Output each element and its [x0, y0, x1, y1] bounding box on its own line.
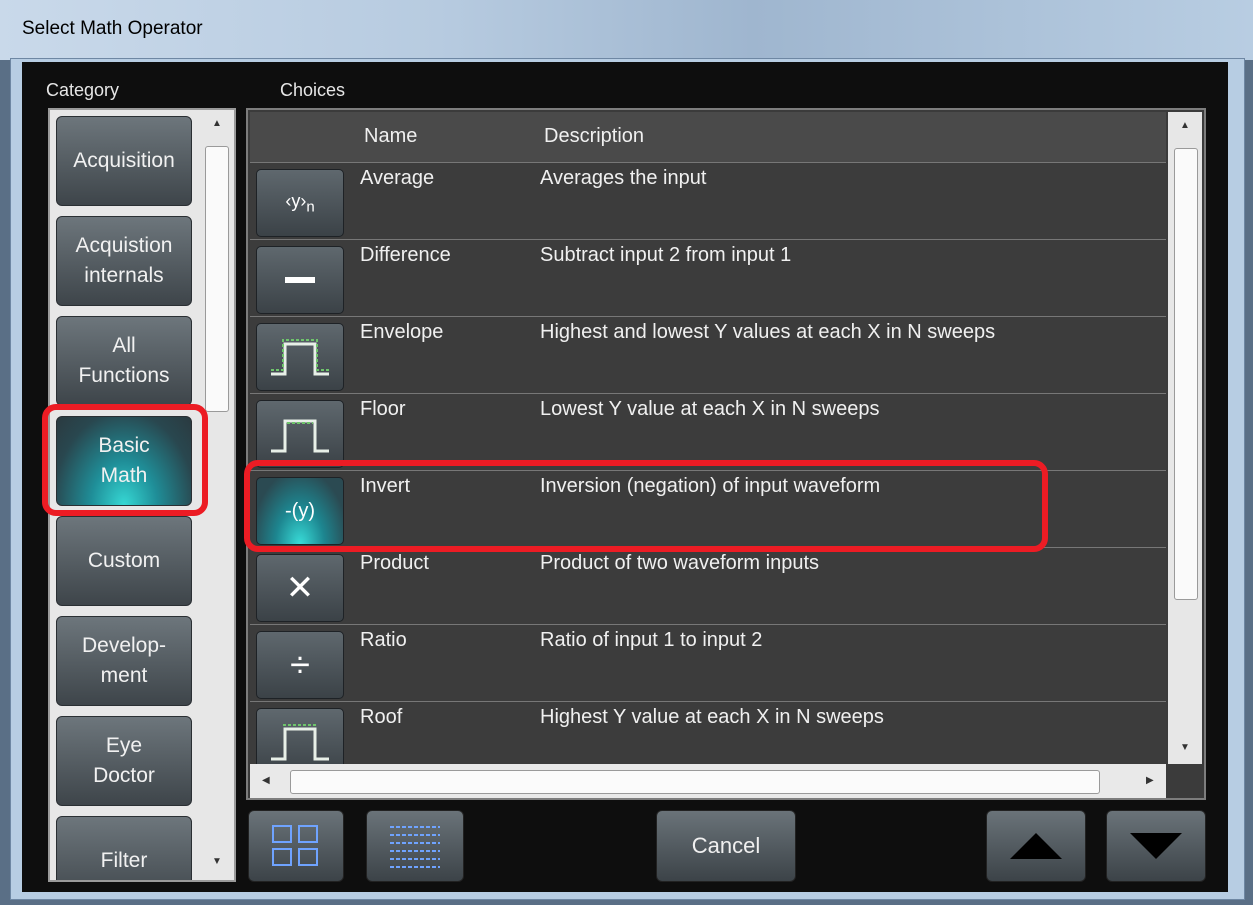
- row-name: Product: [360, 552, 429, 574]
- category-development[interactable]: Develop- ment: [56, 616, 192, 706]
- cancel-button[interactable]: Cancel: [656, 810, 796, 882]
- category-acquisition-internals[interactable]: Acquistion internals: [56, 216, 192, 306]
- category-label-text: Custom: [87, 549, 161, 572]
- choices-scroll-thumb[interactable]: [1174, 148, 1198, 600]
- window-title: Select Math Operator: [22, 18, 203, 39]
- table-row[interactable]: ÷ Ratio Ratio of input 1 to input 2: [250, 624, 1166, 701]
- row-description: Highest and lowest Y values at each X in…: [540, 321, 996, 343]
- choices-scrollbar[interactable]: ▲ ▼: [1168, 112, 1202, 764]
- multiply-icon[interactable]: ✕: [256, 554, 344, 622]
- row-description: Ratio of input 1 to input 2: [540, 629, 763, 651]
- row-description: Lowest Y value at each X in N sweeps: [540, 398, 880, 420]
- floor-icon[interactable]: [256, 400, 344, 468]
- row-description: Subtract input 2 from input 1: [540, 244, 792, 266]
- choices-horizontal-scrollbar[interactable]: ◀ ▶: [250, 764, 1166, 798]
- column-description: Description: [544, 125, 645, 147]
- choices-label: Choices: [280, 80, 346, 100]
- average-icon[interactable]: ‹y›n: [256, 169, 344, 237]
- down-arrow-icon[interactable]: [1106, 810, 1206, 882]
- category-label-text: All Functions: [78, 334, 170, 387]
- table-row[interactable]: Envelope Highest and lowest Y values at …: [250, 316, 1166, 393]
- category-custom[interactable]: Custom: [56, 516, 192, 606]
- scroll-left-icon[interactable]: ◀: [262, 775, 270, 786]
- category-label: Category: [46, 80, 120, 100]
- category-label-text: Acquisition: [73, 149, 175, 172]
- table-row[interactable]: Floor Lowest Y value at each X in N swee…: [250, 393, 1166, 470]
- invert-row-highlight: [244, 460, 1048, 552]
- divide-icon[interactable]: ÷: [256, 631, 344, 699]
- grid-view-icon[interactable]: [248, 810, 344, 882]
- scroll-up-icon[interactable]: ▲: [212, 118, 222, 129]
- title-bar: Select Math Operator: [0, 0, 1253, 60]
- row-description: Highest Y value at each X in N sweeps: [540, 706, 884, 728]
- list-view-icon[interactable]: [366, 810, 464, 882]
- row-name: Average: [360, 167, 435, 189]
- table-header: Name Description: [250, 112, 1166, 162]
- category-label-text: Develop- ment: [81, 634, 167, 687]
- row-name: Envelope: [360, 321, 444, 343]
- category-eye-doctor[interactable]: Eye Doctor: [56, 716, 192, 806]
- minus-icon[interactable]: [256, 246, 344, 314]
- row-name: Difference: [360, 244, 451, 266]
- horizontal-scroll-thumb[interactable]: [290, 770, 1100, 794]
- table-row[interactable]: Difference Subtract input 2 from input 1: [250, 239, 1166, 316]
- category-acquisition[interactable]: Acquisition: [56, 116, 192, 206]
- row-name: Ratio: [360, 629, 407, 651]
- cancel-label: Cancel: [691, 833, 761, 858]
- row-name: Floor: [360, 398, 406, 420]
- scroll-down-icon[interactable]: ▼: [212, 856, 222, 867]
- scroll-right-icon[interactable]: ▶: [1146, 775, 1154, 786]
- basic-math-highlight: [42, 404, 208, 516]
- table-row[interactable]: ✕ Product Product of two waveform inputs: [250, 547, 1166, 624]
- envelope-icon[interactable]: [256, 323, 344, 391]
- category-scroll-thumb[interactable]: [205, 146, 229, 412]
- table-row[interactable]: ‹y›n Average Averages the input: [250, 162, 1166, 239]
- category-label-text: Filter: [100, 849, 148, 872]
- row-name: Roof: [360, 706, 403, 728]
- up-arrow-icon[interactable]: [986, 810, 1086, 882]
- category-label-text: Acquistion internals: [75, 234, 173, 287]
- scroll-up-icon[interactable]: ▲: [1180, 120, 1190, 131]
- category-filter[interactable]: Filter: [56, 816, 192, 880]
- choices-table: Name Description ‹y›n Average Averages t…: [246, 108, 1206, 800]
- row-description: Product of two waveform inputs: [540, 552, 820, 574]
- category-all-functions[interactable]: All Functions: [56, 316, 192, 406]
- row-description: Averages the input: [540, 167, 707, 189]
- scroll-down-icon[interactable]: ▼: [1180, 742, 1190, 753]
- category-label-text: Eye Doctor: [93, 734, 155, 787]
- column-name: Name: [364, 125, 418, 147]
